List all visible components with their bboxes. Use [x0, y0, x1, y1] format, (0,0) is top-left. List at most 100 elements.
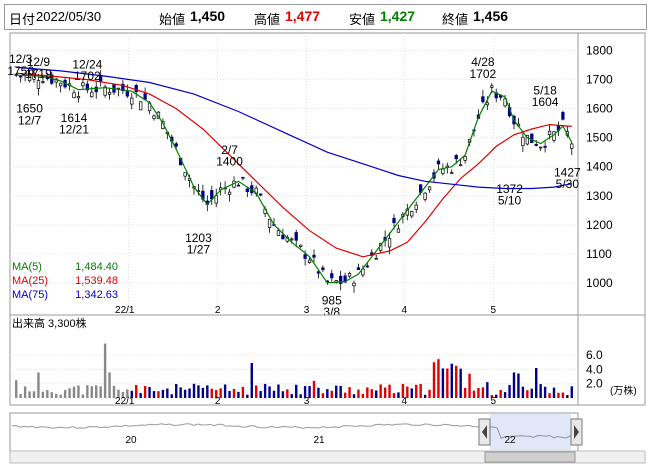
volume-bar — [517, 373, 520, 398]
volume-bar — [521, 386, 525, 398]
volume-bar — [379, 384, 382, 398]
volume-bar — [41, 391, 45, 398]
volume-bar — [192, 383, 196, 398]
volume-bar — [295, 384, 298, 398]
volume-bar — [437, 359, 440, 398]
candle-body — [521, 136, 525, 147]
candle-body — [130, 97, 134, 105]
legend-value: 1,342.63 — [75, 289, 118, 301]
navigator-left-handle[interactable] — [478, 418, 491, 446]
navigator-year-21: 21 — [313, 435, 325, 446]
candle-body — [427, 186, 432, 191]
volume-bar — [206, 385, 209, 398]
candle-body — [356, 267, 361, 271]
candle-body — [330, 273, 334, 279]
candle-body — [570, 143, 574, 149]
volume-bar — [157, 391, 160, 398]
volume-y-tick-label: 2.0 — [586, 377, 603, 391]
volume-bar — [201, 387, 205, 398]
price-annotation: 1702 — [74, 69, 101, 83]
candle-body — [227, 191, 232, 195]
volume-bar — [566, 395, 569, 398]
volume-bar — [32, 391, 36, 398]
volume-bar — [512, 372, 516, 398]
candle-body — [236, 184, 241, 187]
volume-bar — [143, 386, 147, 398]
volume-bar — [19, 393, 22, 398]
legend-label: MA(5) — [12, 261, 42, 273]
candle-body — [90, 91, 94, 98]
candle-body — [365, 265, 369, 268]
volume-label: 出来高 3,300株 — [12, 316, 87, 330]
price-annotation: 1/27 — [187, 243, 211, 257]
candle-body — [36, 80, 41, 89]
candle-body — [436, 160, 441, 165]
candle-body — [547, 130, 552, 135]
volume-unit: (万株) — [610, 384, 637, 397]
candle-body — [352, 282, 356, 287]
candle-body — [530, 133, 534, 143]
volume-bar — [472, 390, 476, 398]
volume-bar — [268, 386, 271, 398]
volume-bar — [383, 387, 387, 398]
candle-body — [299, 244, 303, 248]
volume-bar — [370, 389, 373, 398]
volume-bar — [223, 384, 227, 398]
candle-body — [125, 90, 129, 97]
candle-body — [303, 254, 307, 259]
candle-body — [81, 82, 85, 87]
volume-bar — [63, 390, 67, 398]
volume-bar — [548, 393, 551, 398]
volume-bar — [570, 386, 573, 398]
price-x-tick-label: 3 — [304, 305, 310, 316]
price-annotation: 1400 — [216, 155, 243, 169]
candle-body — [539, 146, 543, 149]
volume-bar — [415, 384, 418, 398]
price-annotation: 12/21 — [59, 123, 89, 137]
volume-bar — [272, 390, 276, 398]
legend-value: 1,539.48 — [75, 275, 118, 287]
volume-bar — [161, 389, 165, 398]
volume-bar — [152, 391, 156, 398]
volume-bar — [499, 389, 502, 398]
candle-body — [152, 115, 156, 119]
volume-bar — [357, 389, 360, 398]
candle-body — [374, 257, 378, 260]
volume-bar — [339, 385, 342, 398]
candle-body — [534, 144, 538, 146]
candle-body — [134, 84, 138, 93]
navigator-year-22: 22 — [504, 435, 516, 446]
candle-body — [396, 228, 401, 233]
volume-bar — [450, 363, 453, 398]
volume-bar — [388, 384, 391, 398]
candle-body — [241, 176, 245, 179]
volume-bar — [139, 393, 142, 398]
volume-bar — [321, 393, 325, 398]
price-y-axis: 1800 1700 1600 1500 1400 1300 1200 1100 1000 — [586, 44, 613, 290]
volume-bar — [246, 394, 249, 398]
navigator-right-handle[interactable] — [570, 418, 583, 446]
volume-bar — [86, 385, 89, 398]
price-x-tick-label: 2 — [215, 305, 221, 316]
volume-bar — [375, 390, 378, 398]
candle-body — [143, 93, 147, 100]
candle-body — [481, 96, 485, 103]
candle-body — [339, 275, 343, 284]
volume-bar — [183, 389, 187, 398]
volume-bar — [446, 368, 449, 398]
volume-bar — [419, 383, 422, 398]
volume-bar — [68, 388, 71, 398]
legend-value: 1,484.40 — [75, 261, 118, 273]
volume-bar — [255, 385, 258, 398]
candle-body — [321, 267, 325, 271]
volume-bar — [552, 387, 556, 398]
candle-body — [294, 232, 298, 241]
volume-bar — [59, 394, 62, 398]
scrollbar-thumb[interactable] — [484, 451, 576, 463]
volume-bar — [503, 392, 507, 398]
volume-bar — [99, 386, 102, 398]
candle-body — [290, 238, 294, 241]
volume-bar — [170, 394, 173, 398]
price-annotation: 1719 — [25, 67, 52, 81]
volume-bar — [423, 394, 427, 398]
